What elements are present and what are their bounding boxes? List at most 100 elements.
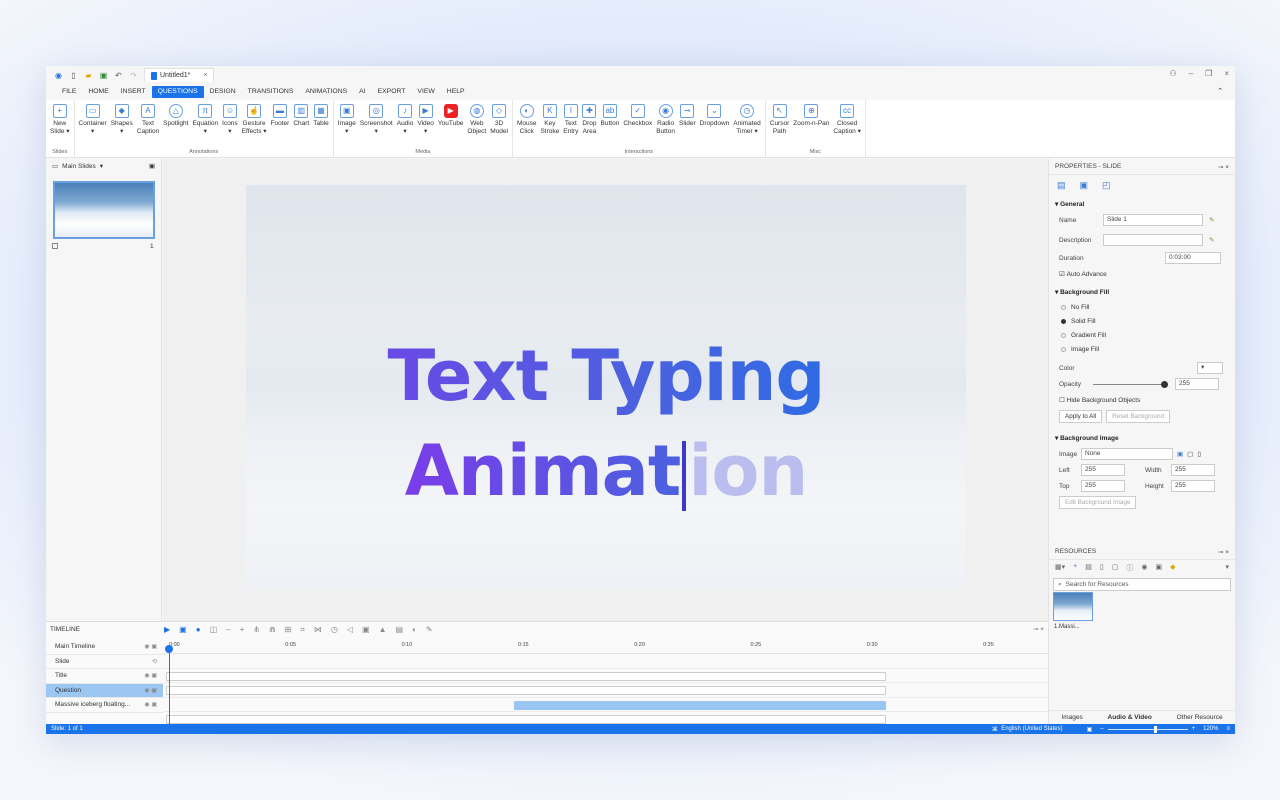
more-icon[interactable]: ▾ [1225,563,1229,573]
split-icon[interactable]: ⋔ [253,625,260,635]
close-panel-icon[interactable]: × [1225,549,1229,556]
zoom-in-button[interactable]: + [1192,726,1196,732]
edit-name-icon[interactable]: ✎ [1209,216,1214,224]
radio-button[interactable] [1061,346,1066,352]
pin-icon[interactable]: ⊸ [1218,164,1223,171]
radio-button[interactable] [1061,318,1066,324]
timeline-row-slide[interactable]: Slide ⟲ [46,655,163,669]
slide-title-line-2[interactable]: Animat ion [246,430,966,512]
open-folder-icon[interactable]: ▰ [84,71,93,80]
shape-icon[interactable]: ▲ [379,625,387,635]
top-field[interactable]: 255 [1081,480,1125,492]
section-background-image[interactable]: ▾ Background Image [1049,430,1235,446]
crop-icon[interactable]: ⌗ [300,625,305,635]
paste-image-icon[interactable]: ▢ [1187,450,1193,458]
description-field[interactable] [1103,234,1203,246]
fit-slide-icon[interactable]: ▣ [1087,726,1093,733]
delete-resource-icon[interactable]: ▯ [1100,563,1104,573]
resource-tab-other-resource[interactable]: Other Resource [1177,714,1223,721]
freeze-icon[interactable]: ◷ [331,625,338,635]
align-icon[interactable]: ⊞ [285,625,292,635]
visibility-lock-icon[interactable]: ◉ ▣ [144,701,157,708]
size-properties-icon[interactable]: ◰ [1102,180,1111,191]
status-more-icon[interactable]: ≡ [1226,726,1230,732]
brush-icon[interactable]: ✎ [426,625,433,635]
close-tab-icon[interactable]: × [203,72,207,79]
play-icon[interactable]: ▶ [164,625,170,635]
visibility-lock-icon[interactable]: ⟲ [152,658,157,665]
record-icon[interactable]: ▣ [179,625,187,635]
slide-checkbox[interactable] [52,243,58,249]
question-clip[interactable] [514,700,886,710]
left-field[interactable]: 255 [1081,464,1125,476]
visibility-lock-icon[interactable]: ◉ ▣ [144,672,157,679]
slide-properties-icon[interactable]: ▤ [1057,180,1066,191]
collapse-ribbon-icon[interactable]: ⌃ [1211,86,1229,98]
tag-icon[interactable]: ◆ [1170,563,1175,573]
timeline-row-massive-iceberg-floating[interactable]: Massive iceberg floating... ◉ ▣ [46,698,163,713]
image-field[interactable]: None [1081,448,1173,460]
frame-icon[interactable]: ▣ [1155,563,1162,573]
color-picker[interactable]: ▾ [1197,362,1223,374]
menu-insert[interactable]: INSERT [115,86,152,98]
menu-view[interactable]: VIEW [411,86,440,98]
slide-thumbnail[interactable] [53,181,155,239]
hide-bg-checkbox[interactable]: ☐ [1059,396,1065,404]
iceberg-image-clip[interactable] [166,715,886,724]
menu-transitions[interactable]: TRANSITIONS [242,86,300,98]
name-field[interactable]: Slide 1 [1103,214,1203,226]
save-icon[interactable]: ▣ [99,71,108,80]
filter-icon[interactable]: ◉ [1141,563,1147,573]
fill-option-gradient-fill[interactable]: Gradient Fill [1049,328,1235,342]
pin-icon[interactable]: ⊸ [1033,626,1038,633]
radio-button[interactable] [1061,332,1066,338]
browse-image-icon[interactable]: ▣ [1177,450,1183,458]
opacity-slider-handle[interactable] [1161,380,1168,388]
microphone-icon[interactable]: ● [196,625,201,635]
menu-animations[interactable]: ANIMATIONS [299,86,353,98]
zoom-level[interactable]: 120% [1203,726,1218,732]
radio-button[interactable] [1061,304,1066,310]
fit-icon[interactable]: ◫ [210,625,218,635]
undo-icon[interactable]: ↶ [114,71,123,80]
timeline-row-question[interactable]: Question ◉ ▣ [46,683,163,698]
delete-image-icon[interactable]: ▯ [1197,450,1201,458]
zoom-out-icon[interactable]: – [226,625,230,635]
menu-help[interactable]: HELP [441,86,471,98]
opacity-slider[interactable] [1093,380,1168,388]
close-window-icon[interactable]: × [1224,69,1229,78]
width-field[interactable]: 255 [1171,464,1215,476]
add-resource-icon[interactable]: + [1073,563,1077,573]
slide-title-line-1[interactable]: Text Typing [246,335,966,417]
chevron-down-icon[interactable]: ▾ [100,162,103,170]
opacity-field[interactable]: 255 [1175,378,1219,390]
trim-icon[interactable]: ⋈ [314,625,322,635]
playhead-handle[interactable] [165,645,173,653]
menu-design[interactable]: DESIGN [204,86,242,98]
close-panel-icon[interactable]: × [1040,626,1044,633]
import-icon[interactable]: ▤ [1085,563,1092,573]
fill-option-solid-fill[interactable]: Solid Fill [1049,314,1235,328]
menu-ai[interactable]: AI [353,86,371,98]
playhead[interactable] [169,650,170,725]
height-field[interactable]: 255 [1171,480,1215,492]
caption-icon[interactable]: ◐ [412,625,417,635]
fill-option-image-fill[interactable]: Image Fill [1049,342,1235,356]
duration-field[interactable]: 0:03:00 [1165,252,1221,264]
menu-export[interactable]: EXPORT [372,86,412,98]
menu-file[interactable]: FILE [56,86,82,98]
image-icon[interactable]: ▣ [362,625,370,635]
chart-icon[interactable]: ▤ [396,625,404,635]
main-slides-dropdown[interactable]: Main Slides [62,163,96,170]
resource-thumbnail[interactable] [1053,592,1093,621]
edit-description-icon[interactable]: ✎ [1209,236,1214,244]
timeline-row-main-timeline[interactable]: Main Timeline ◉ ▣ [46,640,163,655]
merge-icon[interactable]: ⋒ [269,625,276,635]
slide-canvas[interactable]: Text Typing Animat ion [246,185,966,589]
visibility-lock-icon[interactable]: ◉ ▣ [144,643,157,650]
new-file-icon[interactable]: ▯ [69,71,78,80]
close-panel-icon[interactable]: × [1225,164,1229,171]
media-properties-icon[interactable]: ▣ [1080,180,1089,191]
fill-option-no-fill[interactable]: No Fill [1049,300,1235,314]
section-background-fill[interactable]: ▾ Background Fill [1049,284,1235,300]
